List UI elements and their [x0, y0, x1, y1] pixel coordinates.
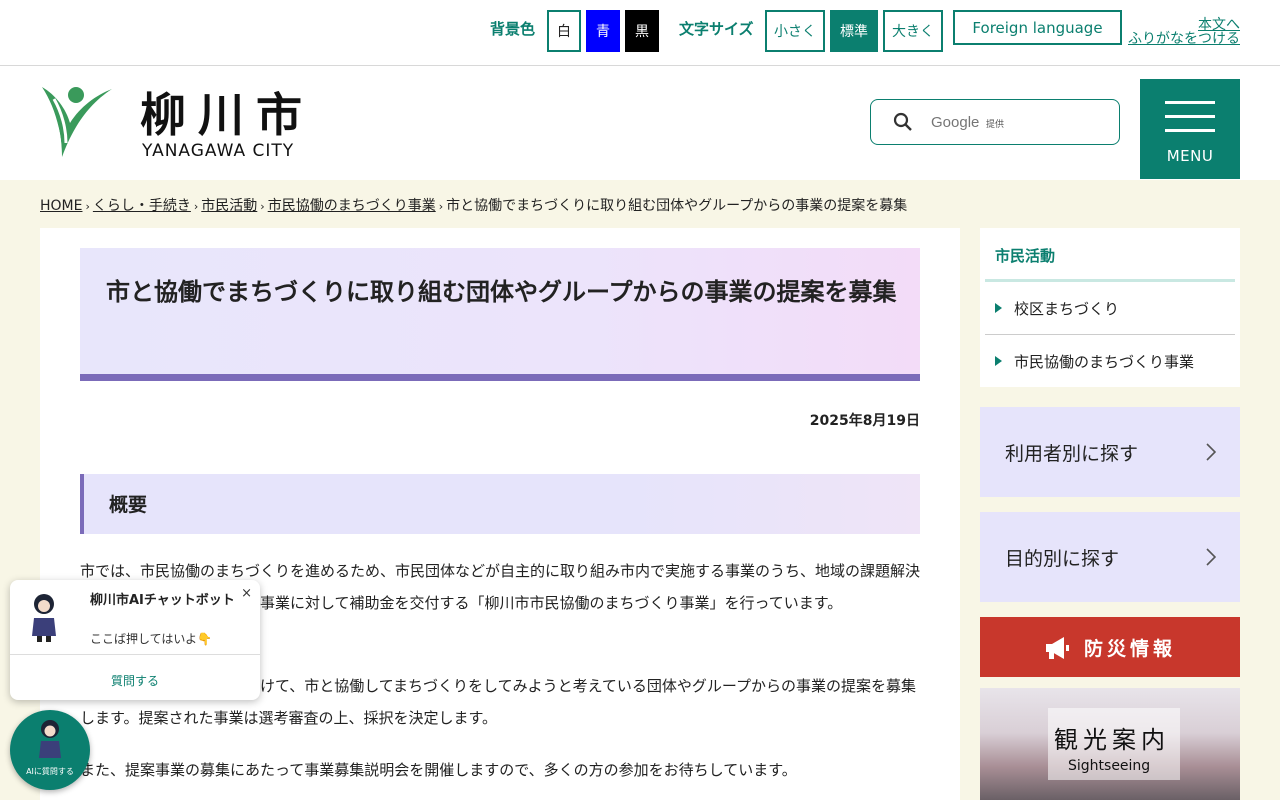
text-size-label: 文字サイズ — [679, 20, 754, 38]
sidebar-item-kouku[interactable]: 校区まちづくり — [995, 298, 1235, 319]
sidebar-nav: 市民活動 校区まちづくり 市民協働のまちづくり事業 — [980, 228, 1240, 387]
text-small-button[interactable]: 小さく — [765, 10, 825, 52]
menu-button[interactable]: MENU — [1140, 79, 1240, 179]
chatbot-avatar-icon — [39, 720, 61, 758]
breadcrumb-shimin[interactable]: 市民活動 — [201, 198, 257, 214]
logo-text-en[interactable]: YANAGAWA CITY — [142, 141, 294, 161]
disaster-info-label: 防災情報 — [1084, 638, 1177, 660]
search-provided-label: 提供 — [986, 120, 1005, 130]
search-by-purpose-label: 目的別に探す — [1005, 548, 1120, 570]
sidebar-nav-title[interactable]: 市民活動 — [995, 245, 1055, 266]
logo-text-jp[interactable]: 柳川市 — [140, 79, 314, 145]
search-by-user-card[interactable]: 利用者別に探す — [980, 407, 1240, 497]
triangle-right-icon — [995, 356, 1002, 366]
site-header: 柳川市 YANAGAWA CITY 提供 MENU — [0, 67, 1280, 180]
chevron-right-icon — [1206, 443, 1216, 461]
util-links: 本文へ ふりがなをつける — [1128, 18, 1240, 46]
search-by-purpose-card[interactable]: 目的別に探す — [980, 512, 1240, 602]
bg-blue-button[interactable]: 青 — [586, 10, 620, 52]
breadcrumb-kurashi[interactable]: くらし・手続き — [93, 198, 191, 214]
chatbot-name: 柳川市AIチャットボット — [90, 593, 235, 608]
search-by-user-label: 利用者別に探す — [1005, 443, 1139, 465]
bg-white-button[interactable]: 白 — [547, 10, 581, 52]
publish-date: 2025年8月19日 — [809, 413, 920, 429]
paragraph-briefing: また、提案事業の募集にあたって事業募集説明会を開催しますので、多くの方の参加をお… — [80, 761, 797, 779]
skip-to-main-link[interactable]: 本文へ — [1128, 18, 1240, 32]
site-search[interactable]: 提供 — [870, 99, 1120, 145]
section-heading: 概要 — [109, 494, 148, 516]
search-icon[interactable] — [893, 112, 913, 132]
chevron-right-icon — [1206, 548, 1216, 566]
breadcrumb-home[interactable]: HOME — [40, 198, 82, 214]
menu-label: MENU — [1166, 147, 1214, 165]
page-title: 市と協働でまちづくりに取り組む団体やグループからの事業の提案を募集 — [106, 278, 897, 306]
sightseeing-label-jp: 観光案内 — [1054, 726, 1170, 754]
furigana-link[interactable]: ふりがなをつける — [1128, 32, 1240, 46]
city-logo-icon[interactable] — [40, 85, 114, 159]
bg-black-button[interactable]: 黒 — [625, 10, 659, 52]
breadcrumb: HOME › くらし・手続き › 市民活動 › 市民協働のまちづくり事業 › 市と協働でまちづく… — [40, 198, 908, 214]
sightseeing-banner[interactable]: 観光案内 Sightseeing — [980, 688, 1240, 800]
utility-bar: 背景色 白 青 黒 文字サイズ 小さく 標準 大きく Foreign langu… — [0, 0, 1280, 66]
sidebar-item-kyodo[interactable]: 市民協働のまちづくり事業 — [995, 351, 1235, 372]
search-input[interactable] — [931, 110, 1111, 134]
main-content: 市と協働でまちづくりに取り組む団体やグループからの事業の提案を募集 2025年8… — [40, 228, 960, 800]
megaphone-icon — [1046, 637, 1069, 659]
disaster-info-button[interactable]: 防災情報 — [980, 617, 1240, 677]
chatbot-avatar-icon — [32, 594, 56, 642]
hamburger-icon — [1165, 101, 1215, 104]
text-normal-button[interactable]: 標準 — [830, 10, 878, 52]
chatbot-launcher-label: AIに質問する — [26, 767, 74, 776]
triangle-right-icon — [995, 303, 1002, 313]
chatbot-ask-button[interactable]: 質問する — [10, 672, 260, 689]
sightseeing-label-en: Sightseeing — [1068, 758, 1151, 774]
bg-color-label: 背景色 — [490, 20, 536, 38]
chatbot-popup: 柳川市AIチャットボット × ここば押してはいよ👇 質問する — [10, 580, 260, 700]
chatbot-launcher-button[interactable]: AIに質問する — [10, 710, 90, 790]
section-heading-box: 概要 — [80, 474, 920, 534]
page-title-box: 市と協働でまちづくりに取り組む団体やグループからの事業の提案を募集 — [80, 248, 920, 381]
breadcrumb-current: 市と協働でまちづくりに取り組む団体やグループからの事業の提案を募集 — [446, 198, 908, 214]
breadcrumb-kyodo[interactable]: 市民協働のまちづくり事業 — [268, 198, 436, 214]
close-icon[interactable]: × — [241, 586, 252, 601]
text-large-button[interactable]: 大きく — [883, 10, 943, 52]
foreign-language-button[interactable]: Foreign language — [953, 10, 1122, 45]
chatbot-message: ここば押してはいよ👇 — [90, 632, 213, 646]
